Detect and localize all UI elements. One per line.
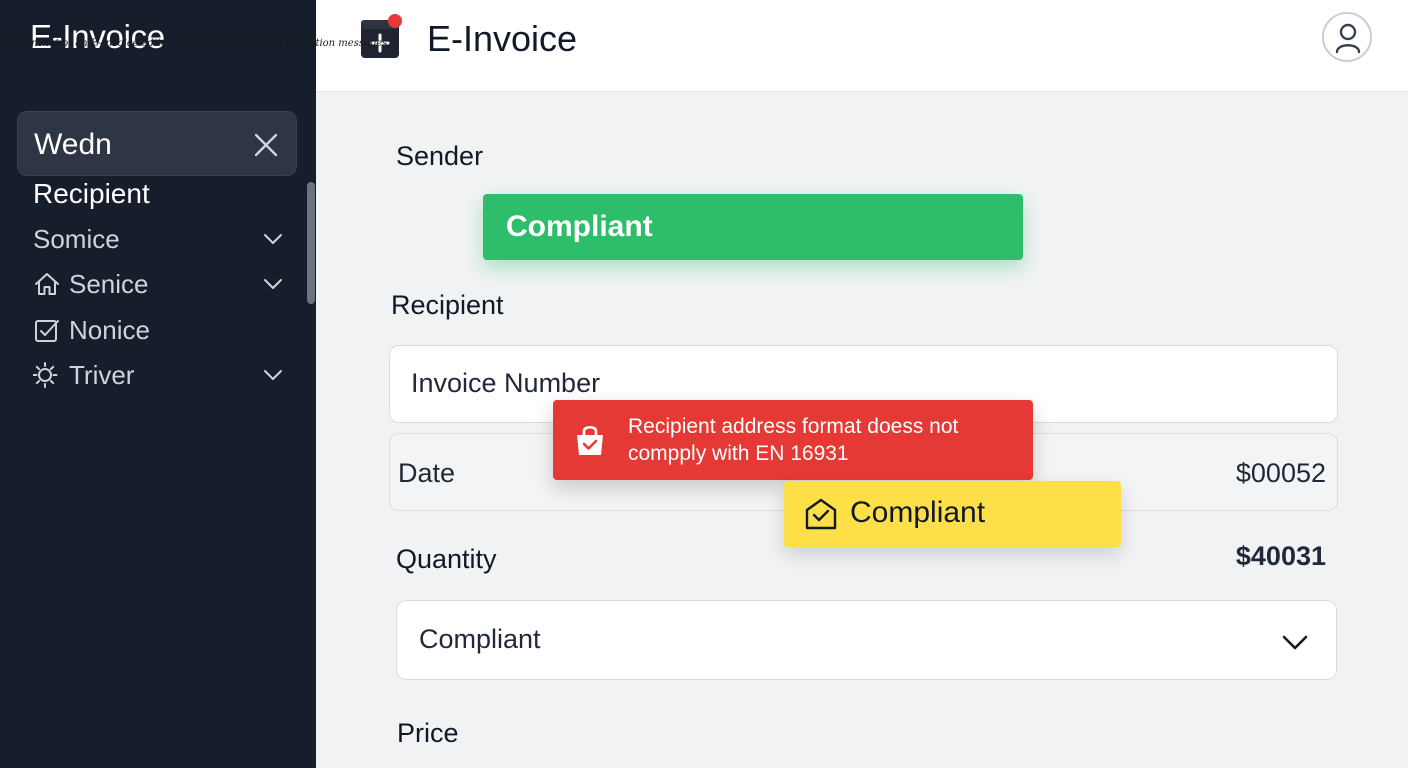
sidebar-item-label: Somice	[33, 223, 120, 254]
compliance-select[interactable]: Compliant	[396, 600, 1337, 680]
top-header: E-Invoice	[316, 0, 1408, 92]
warning-validation-toast: Compliant	[784, 481, 1121, 547]
compliance-select-value: Compliant	[419, 624, 541, 654]
search-box[interactable]: Wedn	[17, 111, 297, 176]
image-caption: Screenshot of an E-Invoice editor UI sho…	[2, 38, 388, 49]
home-icon	[35, 273, 59, 295]
date-label: Date	[398, 458, 456, 488]
sidebar-item-label: Nonice	[69, 314, 150, 345]
search-input[interactable]: Wedn	[34, 128, 112, 162]
close-icon[interactable]	[252, 131, 280, 159]
page-title: E-Invoice	[427, 18, 578, 59]
sender-compliant-badge: Compliant	[483, 194, 1023, 260]
sender-label: Sender	[396, 141, 484, 171]
price-label: Price	[397, 718, 459, 748]
quantity-amount: $40031	[1235, 541, 1326, 571]
chevron-down-icon	[264, 279, 282, 289]
sidebar-heading-recipient[interactable]: Recipient	[33, 178, 150, 210]
recipient-label: Recipient	[391, 290, 504, 320]
date-amount: $00052	[1235, 458, 1326, 488]
invoice-number-placeholder: Invoice Number	[411, 368, 601, 398]
sidebar-item-nonice[interactable]: Nonice	[33, 311, 285, 349]
sidebar-item-senice[interactable]: Senice	[33, 265, 285, 303]
error-validation-toast: Recipient address format doess not compp…	[553, 400, 1033, 480]
chevron-down-icon	[264, 370, 282, 380]
sidebar-title: E-Invoice	[30, 18, 165, 55]
chevron-down-icon	[1282, 635, 1308, 650]
sidebar-scrollbar[interactable]	[307, 182, 315, 304]
user-icon	[1335, 23, 1361, 53]
chevron-down-icon	[264, 234, 282, 244]
sidebar: E-Invoice Wedn Recipient Somice Senice N…	[0, 0, 316, 768]
avatar[interactable]	[1322, 12, 1372, 62]
error-message: Recipient address format doess not compp…	[628, 415, 959, 465]
warning-message: Compliant	[850, 496, 986, 529]
quantity-label: Quantity	[396, 544, 497, 574]
sidebar-item-label: Triver	[69, 359, 135, 390]
shopping-bag-icon	[577, 425, 603, 455]
checkbox-icon	[35, 320, 59, 342]
sidebar-item-label: Senice	[69, 268, 149, 299]
envelope-check-icon	[805, 498, 837, 530]
sidebar-item-triver[interactable]: Triver	[33, 356, 285, 394]
sun-icon	[33, 362, 58, 388]
sidebar-item-somice[interactable]: Somice	[33, 220, 285, 258]
